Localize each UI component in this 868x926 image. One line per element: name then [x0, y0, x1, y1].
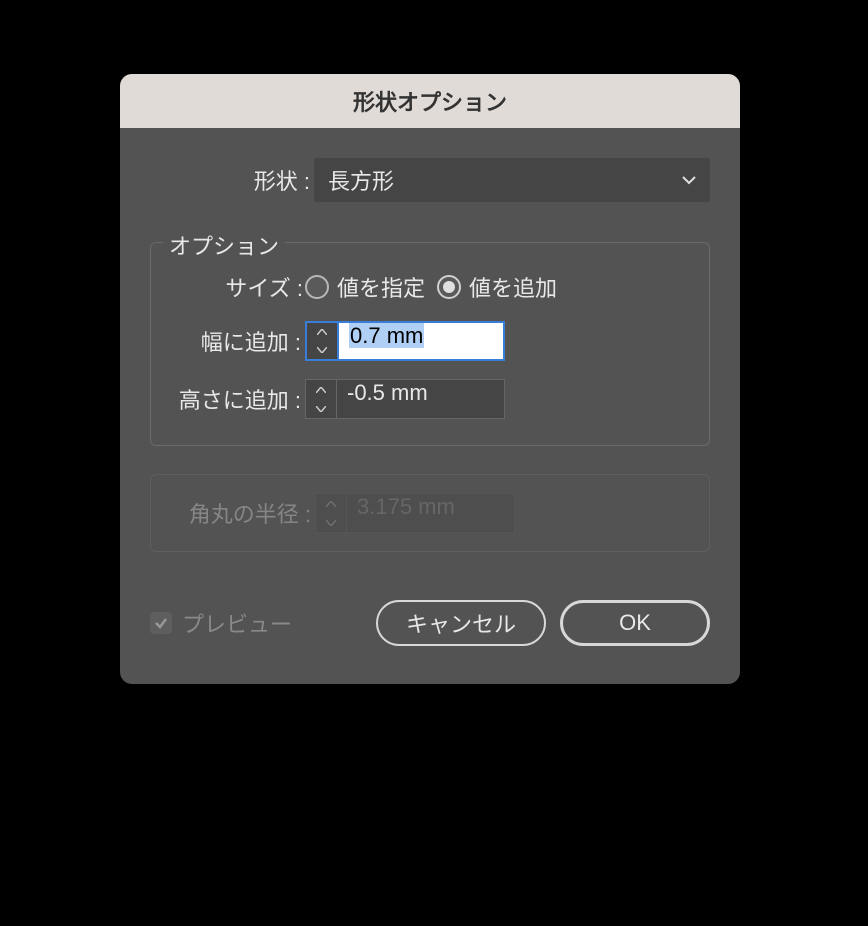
- dialog-footer: プレビュー キャンセル OK: [150, 600, 710, 654]
- corner-step-down: [316, 513, 346, 532]
- width-input-value: 0.7 mm: [349, 323, 424, 348]
- preview-checkbox-group[interactable]: プレビュー: [150, 607, 292, 639]
- width-row: 幅に追加 : 0.7 mm: [151, 321, 689, 361]
- preview-checkbox[interactable]: [150, 612, 172, 634]
- chevron-up-icon: [317, 329, 327, 335]
- corner-fieldset: 角丸の半径 : 3.175 mm: [150, 474, 710, 552]
- height-stepper: -0.5 mm: [305, 379, 505, 419]
- shape-row: 形状 : 長方形: [150, 158, 710, 202]
- chevron-up-icon: [326, 501, 336, 507]
- height-stepper-buttons[interactable]: [305, 379, 337, 419]
- options-fieldset: オプション サイズ : 値を指定 値を追加 幅に追加 :: [150, 242, 710, 446]
- radio-specify[interactable]: 値を指定: [305, 271, 425, 303]
- chevron-down-icon: [317, 347, 327, 353]
- corner-input: 3.175 mm: [347, 493, 515, 533]
- chevron-down-icon: [682, 173, 696, 187]
- width-step-up[interactable]: [307, 323, 337, 341]
- corner-step-up: [316, 494, 346, 513]
- shape-select[interactable]: 長方形: [314, 158, 710, 202]
- height-step-down[interactable]: [306, 399, 336, 418]
- shape-options-dialog: 形状オプション 形状 : 長方形 オプション サイズ :: [120, 74, 740, 684]
- chevron-down-icon: [316, 406, 326, 412]
- height-row: 高さに追加 : -0.5 mm: [151, 379, 689, 419]
- radio-specify-circle: [305, 275, 329, 299]
- width-step-down[interactable]: [307, 341, 337, 359]
- chevron-down-icon: [326, 520, 336, 526]
- cancel-button[interactable]: キャンセル: [376, 600, 546, 646]
- dialog-content: 形状 : 長方形 オプション サイズ : 値を指定: [120, 128, 740, 684]
- width-input[interactable]: 0.7 mm: [337, 321, 505, 361]
- radio-add-label: 値を追加: [469, 271, 557, 303]
- height-label: 高さに追加 :: [151, 383, 305, 415]
- dialog-title: 形状オプション: [353, 85, 507, 117]
- shape-select-value: 長方形: [328, 164, 394, 196]
- options-fieldset-title: オプション: [163, 229, 285, 261]
- chevron-up-icon: [316, 387, 326, 393]
- dialog-titlebar: 形状オプション: [120, 74, 740, 128]
- height-input[interactable]: -0.5 mm: [337, 379, 505, 419]
- corner-stepper-buttons: [315, 493, 347, 533]
- radio-add-circle: [437, 275, 461, 299]
- preview-label: プレビュー: [182, 607, 292, 639]
- shape-label: 形状 :: [150, 164, 314, 196]
- checkmark-icon: [154, 616, 168, 630]
- corner-input-value: 3.175 mm: [357, 494, 455, 519]
- size-radio-group: 値を指定 値を追加: [305, 271, 557, 303]
- radio-add[interactable]: 値を追加: [437, 271, 557, 303]
- button-group: キャンセル OK: [376, 600, 710, 646]
- width-stepper-buttons[interactable]: [305, 321, 337, 361]
- width-stepper: 0.7 mm: [305, 321, 505, 361]
- corner-label: 角丸の半径 :: [165, 497, 315, 529]
- height-step-up[interactable]: [306, 380, 336, 399]
- size-label: サイズ :: [151, 271, 305, 303]
- ok-button[interactable]: OK: [560, 600, 710, 646]
- height-input-value: -0.5 mm: [347, 380, 428, 405]
- size-row: サイズ : 値を指定 値を追加: [151, 271, 689, 303]
- corner-stepper: 3.175 mm: [315, 493, 515, 533]
- width-label: 幅に追加 :: [151, 325, 305, 357]
- radio-specify-label: 値を指定: [337, 271, 425, 303]
- shape-select-wrap: 長方形: [314, 158, 710, 202]
